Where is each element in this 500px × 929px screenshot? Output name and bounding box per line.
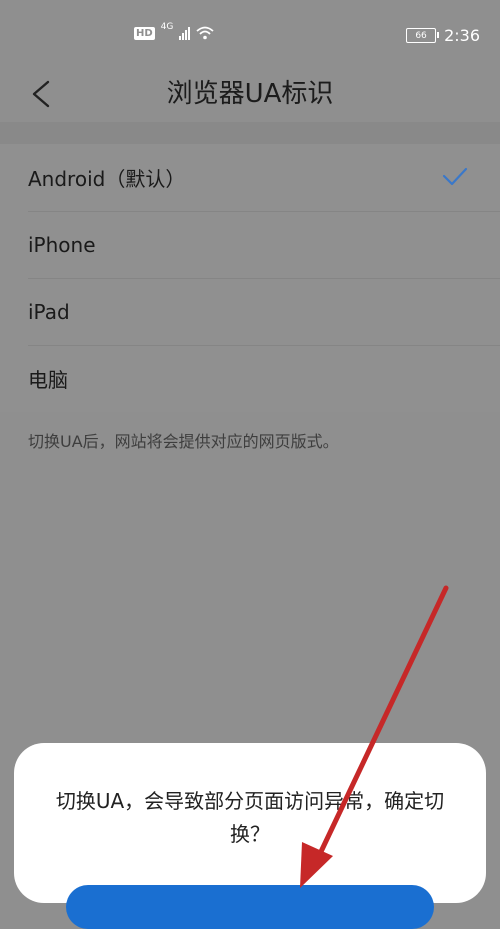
ua-option-pc[interactable]: 电脑 <box>0 345 500 412</box>
network-type: 4G <box>160 22 174 32</box>
hint-text: 切换UA后，网站将会提供对应的网页版式。 <box>28 432 339 451</box>
page-title: 浏览器UA标识 <box>166 79 334 109</box>
wifi-icon <box>196 26 214 40</box>
status-left: HD 4G <box>134 22 214 40</box>
ua-option-iphone[interactable]: iPhone <box>0 211 500 278</box>
confirm-button[interactable] <box>66 885 434 929</box>
hd-badge: HD <box>134 26 155 40</box>
checkmark-icon <box>442 167 468 186</box>
ua-option-label: Android（默认） <box>28 167 186 191</box>
status-bar: HD 4G 66 2:36 <box>0 0 500 66</box>
confirm-dialog: 切换UA，会导致部分页面访问异常，确定切换？ <box>14 743 486 929</box>
ua-option-label: 电脑 <box>28 368 68 392</box>
battery-level: 66 <box>415 30 427 41</box>
header: 浏览器UA标识 <box>0 66 500 122</box>
dialog-message: 切换UA，会导致部分页面访问异常，确定切换？ <box>55 789 445 846</box>
status-right: 66 2:36 <box>406 26 480 45</box>
battery-icon: 66 <box>406 28 440 43</box>
section-divider <box>0 122 500 144</box>
ua-option-label: iPhone <box>28 232 96 257</box>
ua-option-list: Android（默认） iPhone iPad 电脑 <box>0 144 500 412</box>
ua-option-android[interactable]: Android（默认） <box>0 144 500 211</box>
ua-option-ipad[interactable]: iPad <box>0 278 500 345</box>
signal-icon <box>179 26 191 40</box>
clock: 2:36 <box>444 26 480 45</box>
ua-option-label: iPad <box>28 299 70 324</box>
